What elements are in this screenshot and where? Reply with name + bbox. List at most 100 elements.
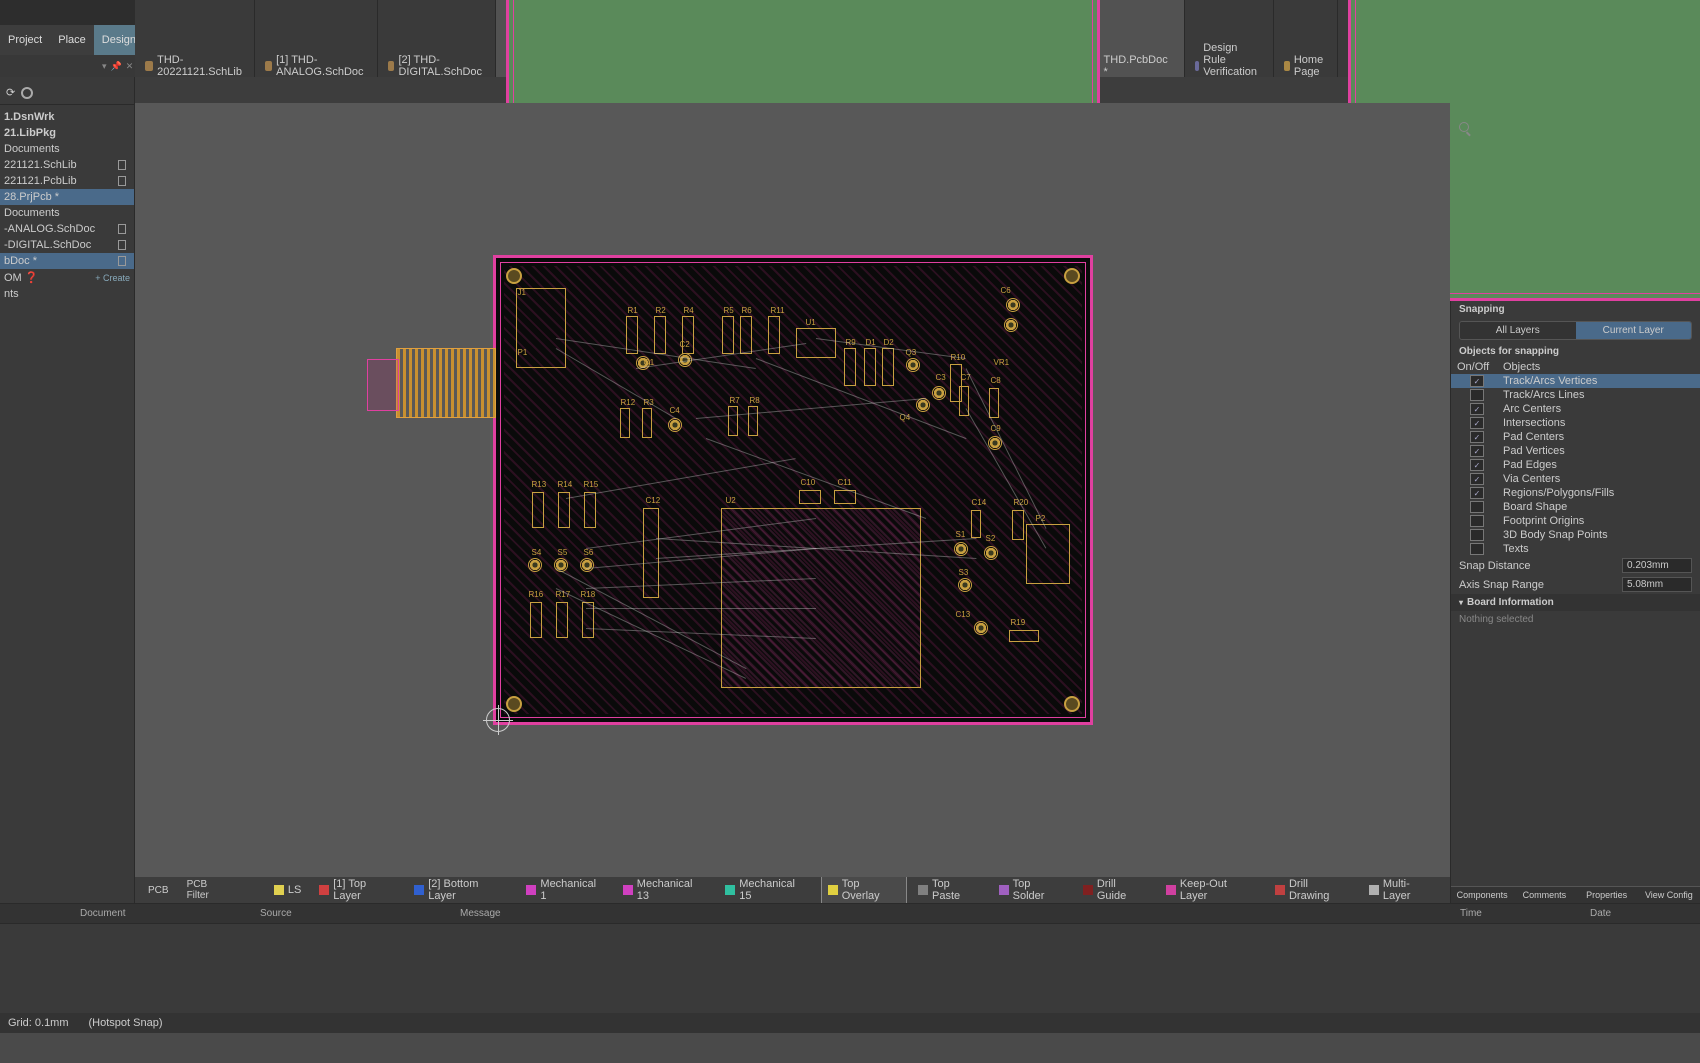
component[interactable] (584, 492, 596, 528)
component[interactable] (556, 602, 568, 638)
snap-object-row[interactable]: Pad Edges (1451, 458, 1700, 472)
tree-item[interactable]: 221121.PcbLib (0, 173, 134, 189)
component-q4[interactable] (916, 398, 930, 412)
component-r[interactable] (768, 316, 780, 354)
tree-item[interactable]: 21.LibPkg (0, 125, 134, 141)
panel-bottom-tab[interactable]: Properties (1576, 886, 1638, 903)
component-c6[interactable] (1006, 298, 1020, 312)
component-c[interactable] (678, 353, 692, 367)
layer-tab[interactable]: Mechanical 1 (519, 877, 611, 903)
snap-object-row[interactable]: Track/Arcs Vertices (1451, 374, 1700, 388)
snap-object-row[interactable]: Arc Centers (1451, 402, 1700, 416)
layer-tab[interactable]: Mechanical 15 (718, 877, 816, 903)
component[interactable] (988, 436, 1002, 450)
msg-col-date[interactable]: Date (1590, 908, 1690, 919)
component-r[interactable] (740, 316, 752, 354)
component[interactable] (834, 490, 856, 504)
checkbox[interactable] (1470, 501, 1484, 513)
tree-item[interactable]: -ANALOG.SchDoc (0, 221, 134, 237)
pad[interactable] (1004, 318, 1018, 332)
tree-item[interactable]: bDoc * (0, 253, 134, 269)
component[interactable] (554, 558, 568, 572)
project-refresh-icon[interactable]: ⟳ (6, 86, 15, 99)
layer-tab[interactable]: [2] Bottom Layer (407, 877, 515, 903)
component-u1[interactable] (796, 328, 836, 358)
layer-tab[interactable]: Drill Drawing (1268, 877, 1358, 903)
snap-object-row[interactable]: Regions/Polygons/Fills (1451, 486, 1700, 500)
checkbox[interactable] (1470, 431, 1484, 443)
component[interactable] (984, 546, 998, 560)
layer-tab[interactable]: Top Paste (911, 877, 988, 903)
component[interactable] (582, 602, 594, 638)
project-settings-icon[interactable] (21, 87, 33, 99)
checkbox[interactable] (1470, 403, 1484, 415)
component[interactable] (532, 492, 544, 528)
board-info-header[interactable]: Board Information (1451, 594, 1700, 611)
checkbox[interactable] (1470, 417, 1484, 429)
component[interactable] (1009, 630, 1039, 642)
snap-layer-option[interactable]: Current Layer (1576, 322, 1692, 339)
msg-col-document[interactable]: Document (80, 908, 260, 919)
layer-tab[interactable]: Mechanical 13 (616, 877, 714, 903)
snap-object-row[interactable]: Texts (1451, 542, 1700, 556)
checkbox[interactable] (1470, 529, 1484, 541)
msg-col-message[interactable]: Message (460, 908, 1460, 919)
checkbox[interactable] (1470, 375, 1484, 387)
msg-col-source[interactable]: Source (260, 908, 460, 919)
component[interactable] (989, 388, 999, 418)
tree-item[interactable]: 1.DsnWrk (0, 109, 134, 125)
component-r[interactable] (626, 316, 638, 354)
component[interactable] (530, 602, 542, 638)
snap-layer-option[interactable]: All Layers (1460, 322, 1576, 339)
checkbox[interactable] (1470, 445, 1484, 457)
snap-object-row[interactable]: 3D Body Snap Points (1451, 528, 1700, 542)
layer-tab[interactable]: Multi-Layer (1362, 877, 1444, 903)
component-c12[interactable] (643, 508, 659, 598)
layer-tab[interactable]: [1] Top Layer (312, 877, 403, 903)
pcb-canvas[interactable]: J1 P1 C6 R1 R2 R4 R5 R6 R11 U1 R9 (135, 103, 1450, 877)
tree-item[interactable]: 221121.SchLib (0, 157, 134, 173)
checkbox[interactable] (1470, 515, 1484, 527)
snap-object-row[interactable]: Footprint Origins (1451, 514, 1700, 528)
layer-tab[interactable]: Keep-Out Layer (1159, 877, 1264, 903)
component-p2[interactable] (1026, 524, 1070, 584)
checkbox[interactable] (1470, 473, 1484, 485)
create-button[interactable]: + Create (95, 273, 130, 283)
snap-object-row[interactable]: Track/Arcs Lines (1451, 388, 1700, 402)
snap-object-row[interactable]: Pad Centers (1451, 430, 1700, 444)
checkbox[interactable] (1470, 543, 1484, 555)
panel-bottom-tab[interactable]: Comments (1513, 886, 1575, 903)
component-u2[interactable] (721, 508, 921, 688)
component[interactable] (974, 621, 988, 635)
checkbox[interactable] (1470, 487, 1484, 499)
pcb-filter-tab[interactable]: PCB Filter (180, 877, 239, 903)
component-r[interactable] (654, 316, 666, 354)
component[interactable] (954, 542, 968, 556)
layer-tab[interactable]: Top Overlay (821, 877, 907, 903)
component-c[interactable] (668, 418, 682, 432)
panel-bottom-tab[interactable]: View Config (1638, 886, 1700, 903)
tree-item[interactable]: 28.PrjPcb * (0, 189, 134, 205)
component[interactable] (959, 386, 969, 416)
component[interactable] (748, 406, 758, 436)
pcb-panel-tab[interactable]: PCB (141, 882, 176, 899)
layer-tab[interactable]: Drill Guide (1076, 877, 1155, 903)
checkbox[interactable] (1470, 459, 1484, 471)
tree-item[interactable]: Documents (0, 141, 134, 157)
component[interactable] (528, 558, 542, 572)
component[interactable] (728, 406, 738, 436)
snap-object-row[interactable]: Via Centers (1451, 472, 1700, 486)
tree-item[interactable]: -DIGITAL.SchDoc (0, 237, 134, 253)
component[interactable] (799, 490, 821, 504)
component[interactable] (844, 348, 856, 386)
snap-distance-input[interactable] (1622, 558, 1692, 573)
component[interactable] (864, 348, 876, 386)
snap-object-row[interactable]: Board Shape (1451, 500, 1700, 514)
tree-item[interactable]: Documents (0, 205, 134, 221)
panel-bottom-tab[interactable]: Components (1451, 886, 1513, 903)
menu-project[interactable]: Project (0, 25, 50, 55)
component[interactable] (642, 408, 652, 438)
component[interactable] (958, 578, 972, 592)
component[interactable] (1012, 510, 1024, 540)
snap-object-row[interactable]: Pad Vertices (1451, 444, 1700, 458)
